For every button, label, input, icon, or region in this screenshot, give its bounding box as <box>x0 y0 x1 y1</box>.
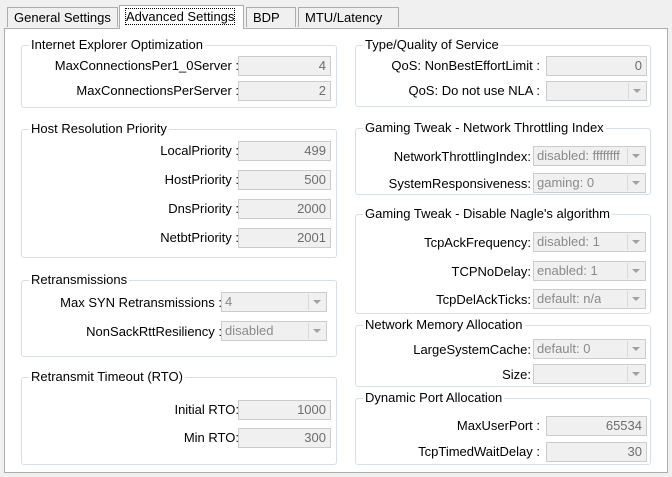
tcp-no-delay-select[interactable]: enabled: 1 <box>533 261 646 281</box>
tab-general-settings[interactable]: General Settings <box>7 7 118 27</box>
min-rto-label: Min RTO: <box>183 430 239 445</box>
select-value: default: n/a <box>537 291 602 306</box>
qos-do-not-use-nla-label: QoS: Do not use NLA : <box>408 83 540 98</box>
tcp-timed-wait-delay-field[interactable]: 30 <box>546 442 647 462</box>
max-connections-per-server-label: MaxConnectionsPerServer : <box>76 83 239 98</box>
size-label: Size: <box>502 367 531 382</box>
tab-advanced-settings[interactable]: Advanced Settings <box>119 5 244 29</box>
netbt-priority-label: NetbtPriority : <box>160 230 239 245</box>
group-title: Type/Quality of Service <box>363 37 501 53</box>
initial-rto-field[interactable]: 1000 <box>238 400 331 420</box>
group-title: Gaming Tweak - Network Throttling Index <box>363 120 606 136</box>
size-select[interactable] <box>533 364 646 384</box>
dns-priority-label: DnsPriority : <box>168 201 239 216</box>
group-quality-of-service: Type/Quality of Service QoS: NonBestEffo… <box>355 37 651 107</box>
select-value: enabled: 1 <box>537 263 598 278</box>
chevron-down-icon[interactable] <box>627 234 644 250</box>
host-priority-field[interactable]: 500 <box>238 170 331 190</box>
qos-do-not-use-nla-select[interactable] <box>546 81 647 101</box>
large-system-cache-select[interactable]: default: 0 <box>533 339 646 359</box>
tcp-no-delay-label: TCPNoDelay: <box>451 264 531 279</box>
tab-panel-advanced-settings: Internet Explorer Optimization MaxConnec… <box>4 28 668 473</box>
group-disable-nagle: Gaming Tweak - Disable Nagle's algorithm… <box>355 206 651 314</box>
local-priority-label: LocalPriority : <box>160 143 239 158</box>
group-title: Dynamic Port Allocation <box>363 390 505 406</box>
select-value: disabled <box>225 323 274 338</box>
group-ie-optimization: Internet Explorer Optimization MaxConnec… <box>21 37 337 108</box>
tcp-ack-frequency-select[interactable]: disabled: 1 <box>533 232 646 252</box>
tcp-del-ack-ticks-label: TcpDelAckTicks: <box>436 292 531 307</box>
dns-priority-field[interactable]: 2000 <box>238 199 331 219</box>
group-retransmissions: Retransmissions Max SYN Retransmissions … <box>21 272 337 357</box>
max-connections-per-server-field[interactable]: 2 <box>238 81 331 101</box>
system-responsiveness-select[interactable]: gaming: 0 <box>533 173 646 193</box>
chevron-down-icon[interactable] <box>627 291 644 307</box>
group-network-throttling-index: Gaming Tweak - Network Throttling Index … <box>355 120 651 195</box>
group-network-memory-allocation: Network Memory Allocation LargeSystemCac… <box>355 317 651 387</box>
system-responsiveness-label: SystemResponsiveness: <box>388 176 531 191</box>
select-value: gaming: 0 <box>537 175 595 190</box>
group-title: Retransmit Timeout (RTO) <box>29 369 185 385</box>
tcp-ack-frequency-label: TcpAckFrequency: <box>424 235 531 250</box>
chevron-down-icon[interactable] <box>627 341 644 357</box>
chevron-down-icon[interactable] <box>627 148 644 164</box>
max-connections-per-1-0-server-field[interactable]: 4 <box>238 56 331 76</box>
chevron-down-icon[interactable] <box>628 83 645 99</box>
group-dynamic-port-allocation: Dynamic Port Allocation MaxUserPort : 65… <box>355 390 651 465</box>
max-user-port-field[interactable]: 65534 <box>546 416 647 436</box>
select-value: disabled: 1 <box>537 234 600 249</box>
tab-label: MTU/Latency <box>305 10 383 25</box>
group-title: Retransmissions <box>29 272 130 288</box>
max-syn-retransmissions-select[interactable]: 4 <box>221 292 327 312</box>
max-syn-retransmissions-label: Max SYN Retransmissions : <box>60 295 222 310</box>
chevron-down-icon[interactable] <box>627 366 644 382</box>
tcp-timed-wait-delay-label: TcpTimedWaitDelay : <box>418 444 540 459</box>
qos-non-best-effort-limit-field[interactable]: 0 <box>546 56 647 76</box>
large-system-cache-label: LargeSystemCache: <box>413 342 531 357</box>
chevron-down-icon[interactable] <box>308 294 325 310</box>
max-connections-per-1-0-server-label: MaxConnectionsPer1_0Server : <box>54 58 239 73</box>
group-retransmit-timeout: Retransmit Timeout (RTO) Initial RTO: 10… <box>21 369 337 465</box>
chevron-down-icon[interactable] <box>308 323 325 339</box>
chevron-down-icon[interactable] <box>627 175 644 191</box>
host-priority-label: HostPriority : <box>164 172 239 187</box>
tab-label: Advanced Settings <box>124 8 236 25</box>
tab-label: BDP <box>253 10 280 25</box>
local-priority-field[interactable]: 499 <box>238 141 331 161</box>
network-throttling-index-label: NetworkThrottlingIndex: <box>393 149 531 164</box>
non-sack-rtt-resiliency-label: NonSackRttResiliency : <box>86 324 222 339</box>
qos-non-best-effort-limit-label: QoS: NonBestEffortLimit : <box>391 58 540 73</box>
min-rto-field[interactable]: 300 <box>238 428 331 448</box>
select-value: disabled: ffffffff <box>537 148 620 163</box>
tab-mtu-latency[interactable]: MTU/Latency <box>298 7 399 27</box>
group-title: Network Memory Allocation <box>363 317 525 333</box>
tcp-del-ack-ticks-select[interactable]: default: n/a <box>533 289 646 309</box>
non-sack-rtt-resiliency-select[interactable]: disabled <box>221 321 327 341</box>
max-user-port-label: MaxUserPort : <box>456 418 540 433</box>
network-throttling-index-select[interactable]: disabled: ffffffff <box>533 146 646 166</box>
netbt-priority-field[interactable]: 2001 <box>238 228 331 248</box>
select-value: 4 <box>225 294 233 309</box>
tab-bdp[interactable]: BDP <box>246 7 296 27</box>
group-host-resolution-priority: Host Resolution Priority LocalPriority :… <box>21 121 337 258</box>
tab-label: General Settings <box>14 10 111 25</box>
initial-rto-label: Initial RTO: <box>174 402 239 417</box>
select-value: default: 0 <box>537 341 591 356</box>
group-title: Internet Explorer Optimization <box>29 37 205 53</box>
group-title: Host Resolution Priority <box>29 121 169 137</box>
chevron-down-icon[interactable] <box>627 263 644 279</box>
group-title: Gaming Tweak - Disable Nagle's algorithm <box>363 206 613 222</box>
